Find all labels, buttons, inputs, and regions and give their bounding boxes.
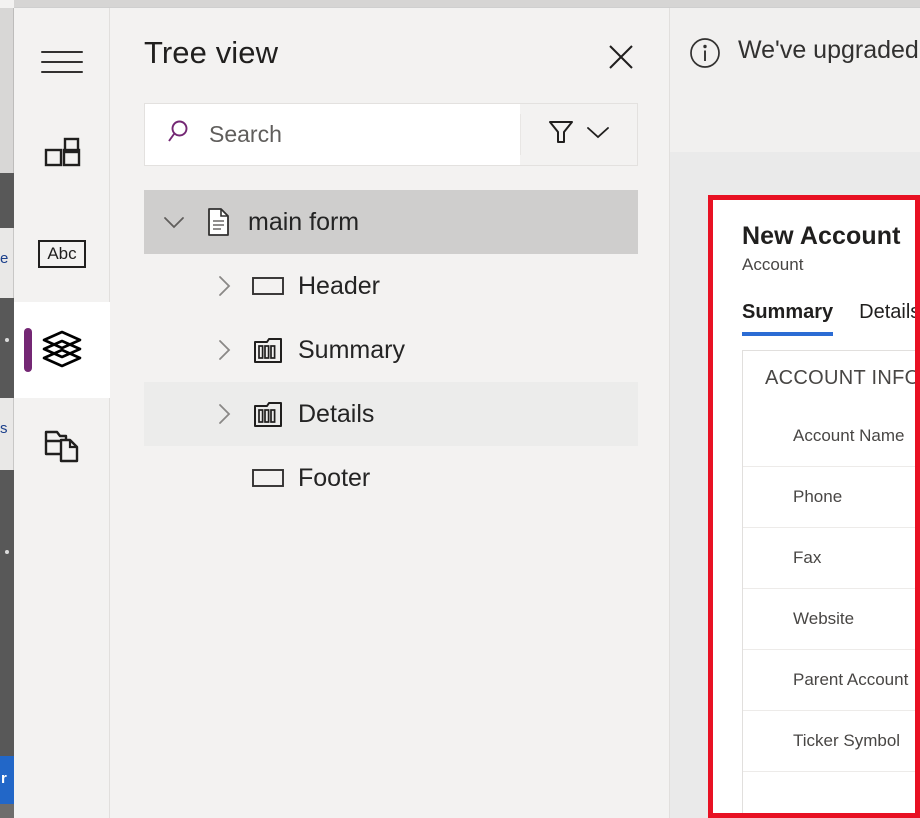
tree-item-summary[interactable]: Summary	[144, 318, 638, 382]
chevron-down-icon[interactable]	[152, 213, 196, 231]
edge-dark-band-2	[0, 298, 14, 398]
close-icon	[606, 42, 636, 77]
edge-light-band-2: s	[0, 398, 14, 470]
tab-summary[interactable]: Summary	[742, 301, 834, 336]
hamburger-menu-icon	[41, 51, 83, 73]
edge-dark-band-4	[0, 804, 14, 818]
tree-list: main form Header Summary Details Footer	[111, 190, 669, 510]
search-input[interactable]: Search	[145, 104, 520, 165]
field-fax[interactable]: Fax	[743, 527, 915, 588]
tab-columns-icon	[246, 335, 290, 365]
rectangle-section-icon	[246, 466, 290, 490]
chevron-down-icon[interactable]	[585, 123, 611, 146]
section-header: ACCOUNT INFOR	[765, 367, 920, 389]
tab-details[interactable]: Details	[859, 301, 915, 336]
layers-icon	[41, 327, 83, 374]
tree-item-footer[interactable]: Footer	[144, 446, 638, 510]
info-message-text: We've upgraded	[738, 36, 919, 64]
app-root: e s r Abc Tree view Search main form Hea…	[0, 0, 920, 818]
rectangle-section-icon	[246, 274, 290, 298]
form-title: New Account	[742, 222, 901, 250]
search-placeholder: Search	[209, 121, 282, 147]
tree-item-main-form[interactable]: main form	[144, 190, 638, 254]
window-top-band-inner	[0, 0, 920, 7]
form-preview: New Account Account Summary Details ACCO…	[713, 200, 915, 813]
document-icon	[196, 206, 240, 238]
tree-item-label: Summary	[298, 335, 405, 364]
copy-folder-icon	[41, 423, 83, 470]
search-row: Search	[144, 103, 638, 166]
info-icon	[688, 36, 722, 75]
sidebar-item-layers[interactable]	[14, 302, 110, 398]
account-information-card: ACCOUNT INFOR Account Name Phone Fax Web…	[742, 350, 920, 813]
icon-rail: Abc	[14, 8, 110, 818]
edge-glyph-top: e	[0, 250, 9, 267]
sidebar-item-text[interactable]: Abc	[14, 206, 110, 302]
sidebar-item-components[interactable]	[14, 110, 110, 206]
search-icon	[167, 118, 195, 151]
filter-button[interactable]	[521, 104, 637, 165]
annotation-highlight-box: New Account Account Summary Details ACCO…	[708, 195, 920, 818]
edge-blue-button[interactable]: r	[0, 756, 14, 804]
field-phone[interactable]: Phone	[743, 466, 915, 527]
form-subtitle: Account	[742, 255, 804, 274]
window-edge-strip: e s r	[0, 0, 14, 818]
edge-scrollbar[interactable]	[0, 8, 14, 173]
edge-dark-band-1	[0, 173, 14, 228]
tree-view-panel: Tree view Search main form Header Summar…	[111, 8, 670, 818]
tree-item-label: Details	[298, 399, 375, 428]
abc-text-icon-label: Abc	[47, 244, 77, 264]
tree-item-header[interactable]: Header	[144, 254, 638, 318]
page-title: Tree view	[144, 35, 279, 70]
field-parent-account[interactable]: Parent Account	[743, 649, 915, 710]
tree-item-label: Header	[298, 271, 380, 300]
sidebar-item-copy[interactable]	[14, 398, 110, 494]
field-ticker-symbol[interactable]: Ticker Symbol	[743, 710, 915, 771]
close-button[interactable]	[603, 41, 639, 77]
window-top-band	[0, 0, 920, 8]
tab-columns-icon	[246, 399, 290, 429]
edge-glyph-mid: s	[0, 420, 8, 437]
filter-funnel-icon	[547, 117, 575, 152]
tree-item-label: Footer	[298, 463, 371, 492]
tree-item-label: main form	[248, 207, 360, 236]
info-message-bar: We've upgraded	[670, 8, 920, 152]
field-account-name[interactable]: Account Name	[743, 406, 915, 466]
selected-indicator-bar	[24, 328, 32, 372]
tree-item-details[interactable]: Details	[144, 382, 638, 446]
field-empty-slot	[743, 771, 915, 813]
field-website[interactable]: Website	[743, 588, 915, 649]
chevron-right-icon[interactable]	[202, 337, 246, 363]
edge-dot-2	[5, 550, 9, 554]
edge-dot-1	[5, 338, 9, 342]
tree-view-header: Tree view	[111, 8, 669, 77]
edge-light-band-1: e	[0, 228, 14, 298]
chevron-right-icon[interactable]	[202, 401, 246, 427]
edge-blue-button-label: r	[1, 770, 7, 787]
abc-text-icon: Abc	[38, 240, 86, 268]
edge-dark-band-3	[0, 470, 14, 756]
chevron-right-icon[interactable]	[202, 273, 246, 299]
components-grid-icon	[40, 134, 84, 183]
hamburger-menu-button[interactable]	[14, 14, 110, 110]
form-tab-list: Summary Details	[742, 301, 915, 336]
